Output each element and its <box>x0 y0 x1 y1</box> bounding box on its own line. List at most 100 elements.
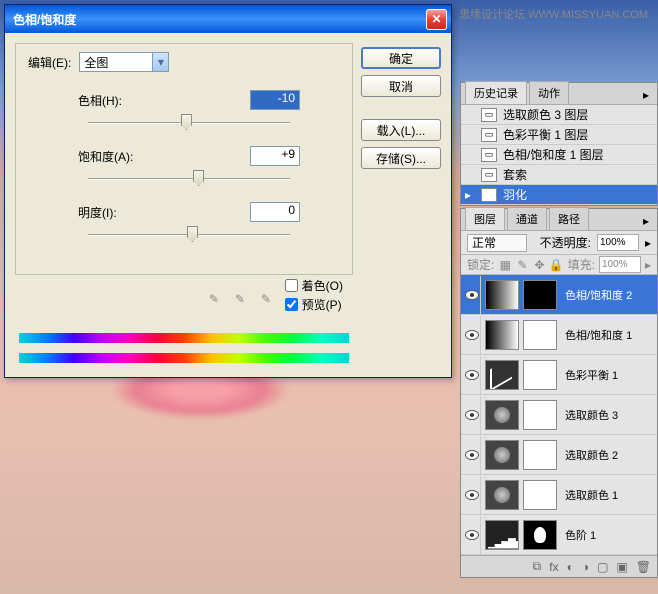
eye-icon <box>465 450 479 460</box>
edit-combo[interactable]: 全图 ▾ <box>79 52 169 72</box>
eyedropper-add-icon[interactable]: ✎ <box>231 290 249 308</box>
history-item[interactable]: ▭套索 <box>461 165 657 185</box>
lightness-slider[interactable] <box>88 224 290 244</box>
history-step-icon: ▭ <box>481 188 497 202</box>
mask-icon[interactable]: ◐ <box>567 560 574 574</box>
preview-checkbox[interactable] <box>285 298 298 311</box>
visibility-toggle[interactable] <box>463 316 481 354</box>
layer-row[interactable]: 色阶 1 <box>461 515 657 555</box>
saturation-slider[interactable] <box>88 168 290 188</box>
layer-row[interactable]: 色相/饱和度 2 <box>461 275 657 315</box>
blend-mode-combo[interactable]: 正常 <box>467 234 527 252</box>
layer-thumb[interactable] <box>485 480 519 510</box>
lock-brush-icon[interactable]: ✎ <box>515 258 529 272</box>
layer-row[interactable]: 色相/饱和度 1 <box>461 315 657 355</box>
dialog-title: 色相/饱和度 <box>9 11 426 28</box>
fx-icon[interactable]: fx <box>549 560 558 574</box>
history-item-label: 羽化 <box>503 186 527 203</box>
hue-spectrum-bottom <box>19 353 349 363</box>
history-item[interactable]: ▭选取颜色 3 图层 <box>461 105 657 125</box>
hue-saturation-dialog: 色相/饱和度 ✕ 编辑(E): 全图 ▾ 色相(H): -10 <box>4 4 452 378</box>
layer-row[interactable]: 选取颜色 2 <box>461 435 657 475</box>
layer-thumb[interactable] <box>485 280 519 310</box>
chevron-icon[interactable]: ▸ <box>645 236 651 250</box>
hue-slider[interactable] <box>88 112 290 132</box>
preview-label: 预览(P) <box>302 296 342 313</box>
history-step-icon: ▭ <box>481 108 497 122</box>
layer-row[interactable]: 选取颜色 3 <box>461 395 657 435</box>
visibility-toggle[interactable] <box>463 276 481 314</box>
opacity-label: 不透明度: <box>540 234 591 251</box>
cancel-button[interactable]: 取消 <box>361 75 441 97</box>
tab-channels[interactable]: 通道 <box>507 207 547 230</box>
ok-button[interactable]: 确定 <box>361 47 441 69</box>
colorize-label: 着色(O) <box>302 277 343 294</box>
eye-icon <box>465 330 479 340</box>
edit-label: 编辑(E): <box>28 54 71 71</box>
layer-mask-thumb[interactable] <box>523 280 557 310</box>
history-panel: 历史记录 动作 ▸ ▭选取颜色 3 图层▭色彩平衡 1 图层▭色相/饱和度 1 … <box>460 82 658 206</box>
folder-icon[interactable]: ▢ <box>597 560 608 574</box>
layer-name: 选取颜色 1 <box>561 487 655 503</box>
colorize-checkbox[interactable] <box>285 279 298 292</box>
history-item[interactable]: ▭色相/饱和度 1 图层 <box>461 145 657 165</box>
tab-layers[interactable]: 图层 <box>465 207 505 230</box>
layer-name: 色阶 1 <box>561 527 655 543</box>
lock-move-icon[interactable]: ✥ <box>532 258 546 272</box>
visibility-toggle[interactable] <box>463 356 481 394</box>
layer-name: 色彩平衡 1 <box>561 367 655 383</box>
close-button[interactable]: ✕ <box>426 9 447 30</box>
tab-actions[interactable]: 动作 <box>529 81 569 104</box>
history-item[interactable]: ▭色彩平衡 1 图层 <box>461 125 657 145</box>
layer-mask-thumb[interactable] <box>523 440 557 470</box>
eyedropper-icon[interactable]: ✎ <box>205 290 223 308</box>
eye-icon <box>465 290 479 300</box>
fill-label: 填充: <box>568 256 595 273</box>
save-button[interactable]: 存储(S)... <box>361 147 441 169</box>
load-button[interactable]: 载入(L)... <box>361 119 441 141</box>
link-icon[interactable]: ⧉ <box>533 559 542 574</box>
trash-icon[interactable]: 🗑 <box>636 560 651 574</box>
layer-mask-thumb[interactable] <box>523 400 557 430</box>
opacity-input[interactable]: 100% <box>597 234 639 251</box>
hue-input[interactable]: -10 <box>250 90 300 110</box>
visibility-toggle[interactable] <box>463 396 481 434</box>
visibility-toggle[interactable] <box>463 436 481 474</box>
layers-footer: ⧉ fx ◐ ◑ ▢ ▣ 🗑 <box>461 555 657 577</box>
eye-icon <box>465 530 479 540</box>
layer-mask-thumb[interactable] <box>523 320 557 350</box>
chevron-icon[interactable]: ▸ <box>645 258 651 272</box>
layer-name: 选取颜色 3 <box>561 407 655 423</box>
history-item[interactable]: ▸ ▭ 羽化 <box>461 185 657 205</box>
titlebar[interactable]: 色相/饱和度 ✕ <box>5 5 451 33</box>
saturation-input[interactable]: +9 <box>250 146 300 166</box>
layer-thumb[interactable] <box>485 400 519 430</box>
adjustment-icon[interactable]: ◑ <box>582 560 589 574</box>
layer-mask-thumb[interactable] <box>523 520 557 550</box>
eye-icon <box>465 410 479 420</box>
layer-row[interactable]: 选取颜色 1 <box>461 475 657 515</box>
visibility-toggle[interactable] <box>463 476 481 514</box>
visibility-toggle[interactable] <box>463 516 481 554</box>
lightness-input[interactable]: 0 <box>250 202 300 222</box>
layer-thumb[interactable] <box>485 520 519 550</box>
panel-menu-icon[interactable]: ▸ <box>639 86 653 104</box>
hue-label: 色相(H): <box>78 92 158 109</box>
layer-mask-thumb[interactable] <box>523 360 557 390</box>
fill-input[interactable]: 100% <box>599 256 641 273</box>
tab-history[interactable]: 历史记录 <box>465 81 527 104</box>
eyedropper-subtract-icon[interactable]: ✎ <box>257 290 275 308</box>
layer-thumb[interactable] <box>485 440 519 470</box>
layer-row[interactable]: 色彩平衡 1 <box>461 355 657 395</box>
new-layer-icon[interactable]: ▣ <box>616 560 627 574</box>
chevron-down-icon[interactable]: ▾ <box>152 53 168 71</box>
play-icon: ▸ <box>465 188 475 202</box>
layer-mask-thumb[interactable] <box>523 480 557 510</box>
tab-paths[interactable]: 路径 <box>549 207 589 230</box>
panel-menu-icon[interactable]: ▸ <box>639 212 653 230</box>
layer-thumb[interactable] <box>485 320 519 350</box>
lock-label: 锁定: <box>467 256 494 273</box>
lock-all-icon[interactable]: 🔒 <box>549 258 563 272</box>
layer-thumb[interactable] <box>485 360 519 390</box>
lock-transparency-icon[interactable]: ▦ <box>498 258 512 272</box>
